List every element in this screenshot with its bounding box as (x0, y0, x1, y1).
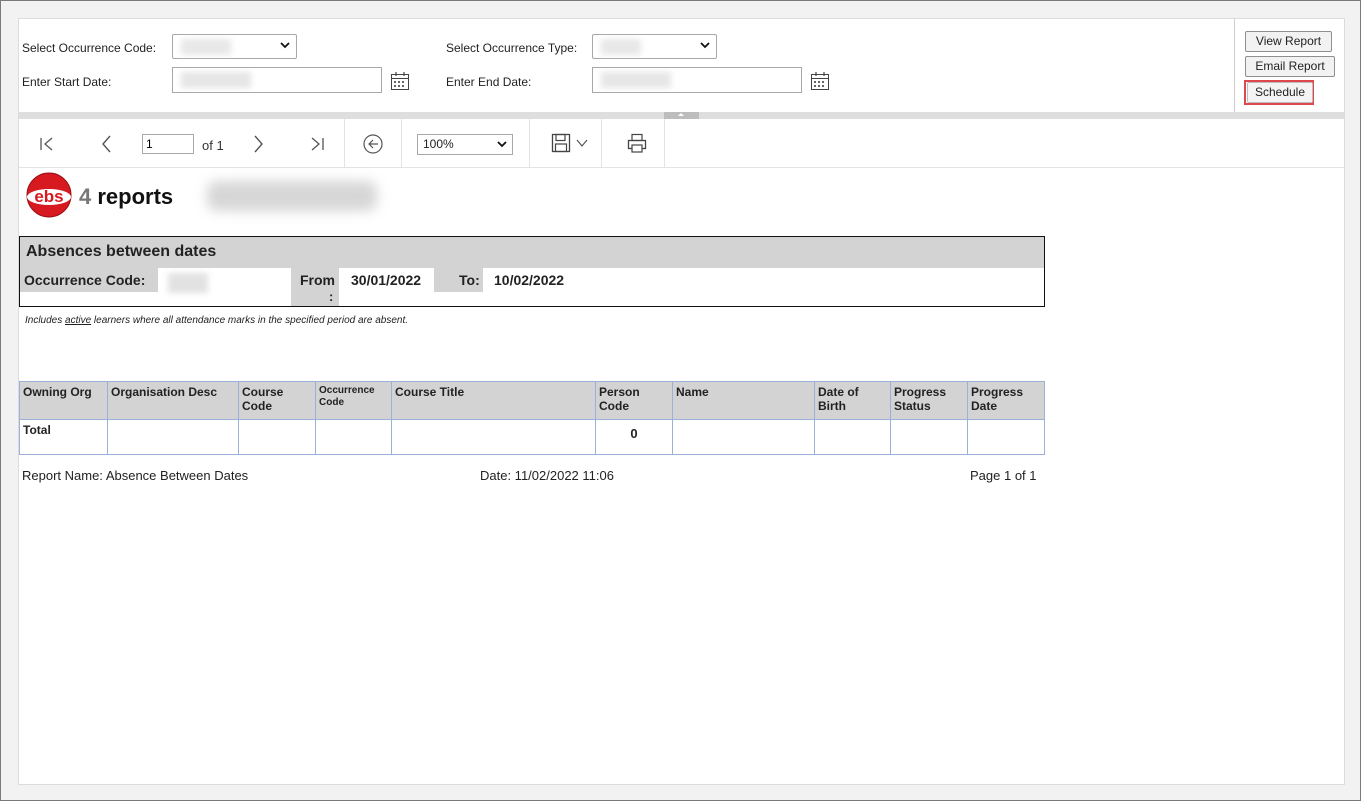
chevron-down-icon (280, 42, 290, 49)
print-icon[interactable] (626, 132, 648, 154)
ebs-logo: ebs (26, 172, 72, 218)
last-page-icon[interactable] (306, 133, 328, 155)
footer-date: Date: 11/02/2022 11:06 (480, 468, 614, 483)
col-course-code: Course Code (238, 381, 316, 420)
from-label: From (300, 272, 335, 288)
col-course-title: Course Title (391, 381, 596, 420)
collapse-handle[interactable] (664, 112, 699, 119)
end-date-label: Enter End Date: (446, 75, 532, 89)
from-date: 30/01/2022 (351, 272, 422, 288)
col-progress-date: Progress Date (967, 381, 1045, 420)
first-page-icon[interactable] (36, 133, 58, 155)
report-page: ebs 4 reports Absences between dates Occ… (19, 169, 1344, 784)
table-total-row: Total 0 (19, 419, 1045, 455)
col-progress-status: Progress Status (890, 381, 968, 420)
report-viewer: Select Occurrence Code: Select Occurrenc… (18, 18, 1345, 785)
end-date-input[interactable] (592, 67, 802, 93)
calendar-icon[interactable] (810, 71, 830, 91)
zoom-select[interactable]: 100% (417, 134, 513, 155)
col-name: Name (672, 381, 815, 420)
col-owning-org: Owning Org (19, 381, 108, 420)
chevron-down-icon (700, 42, 710, 49)
footer-report-name: Report Name: Absence Between Dates (22, 468, 249, 483)
schedule-button[interactable]: Schedule (1247, 82, 1313, 103)
email-report-button[interactable]: Email Report (1245, 56, 1335, 77)
toolbar-separator (601, 119, 602, 167)
occurrence-type-label: Select Occurrence Type: (446, 41, 578, 55)
total-label: Total (19, 419, 108, 455)
logo-number: 4 (79, 184, 92, 209)
report-note: Includes active learners where all atten… (25, 315, 409, 326)
occurrence-code-field-label: Occurrence Code: (24, 272, 146, 288)
panel-splitter[interactable] (19, 112, 1344, 119)
to-label: To: (459, 272, 480, 288)
total-count: 0 (595, 419, 673, 455)
logo-word: reports (97, 184, 174, 209)
footer-page: Page 1 of 1 (970, 468, 1037, 483)
logo-wordmark: 4 reports (79, 184, 173, 210)
page-count: of 1 (202, 138, 224, 153)
occurrence-type-select[interactable] (592, 34, 717, 59)
from-colon: : (329, 289, 334, 304)
to-date: 10/02/2022 (494, 272, 565, 288)
toolbar-separator (344, 119, 345, 167)
save-icon[interactable] (550, 132, 572, 154)
occurrence-code-label: Select Occurrence Code: (22, 41, 157, 55)
parameter-panel: Select Occurrence Code: Select Occurrenc… (19, 19, 1234, 112)
report-title: Absences between dates (20, 237, 1044, 268)
calendar-icon[interactable] (390, 71, 410, 91)
col-occurrence-code: Occurrence Code (315, 381, 392, 420)
previous-page-icon[interactable] (96, 133, 118, 155)
col-date-of-birth: Date of Birth (814, 381, 891, 420)
zoom-value: 100% (423, 137, 454, 151)
toolbar-separator (529, 119, 530, 167)
col-org-desc: Organisation Desc (107, 381, 239, 420)
save-dropdown-chevron-icon[interactable] (575, 136, 589, 150)
logo-badge-text: ebs (34, 187, 63, 206)
page-number-input[interactable] (142, 134, 194, 154)
occurrence-code-select[interactable] (172, 34, 297, 59)
toolbar-separator (664, 119, 665, 167)
start-date-label: Enter Start Date: (22, 75, 112, 89)
action-panel: View Report Email Report Schedule (1234, 19, 1344, 112)
results-table: Owning Org Organisation Desc Course Code … (19, 381, 1045, 455)
view-report-button[interactable]: View Report (1245, 31, 1332, 52)
next-page-icon[interactable] (247, 133, 269, 155)
chevron-down-icon (497, 141, 507, 148)
redacted-occurrence-code (168, 273, 208, 293)
back-icon[interactable] (362, 133, 384, 155)
window-frame: Select Occurrence Code: Select Occurrenc… (0, 0, 1361, 801)
report-header-box: Absences between dates Occurrence Code: … (19, 236, 1045, 307)
col-person-code: Person Code (595, 381, 673, 420)
table-header-row: Owning Org Organisation Desc Course Code … (19, 381, 1045, 420)
toolbar-separator (401, 119, 402, 167)
redacted-org-name (207, 181, 377, 211)
start-date-input[interactable] (172, 67, 382, 93)
report-toolbar: of 1 100% (19, 119, 1344, 168)
